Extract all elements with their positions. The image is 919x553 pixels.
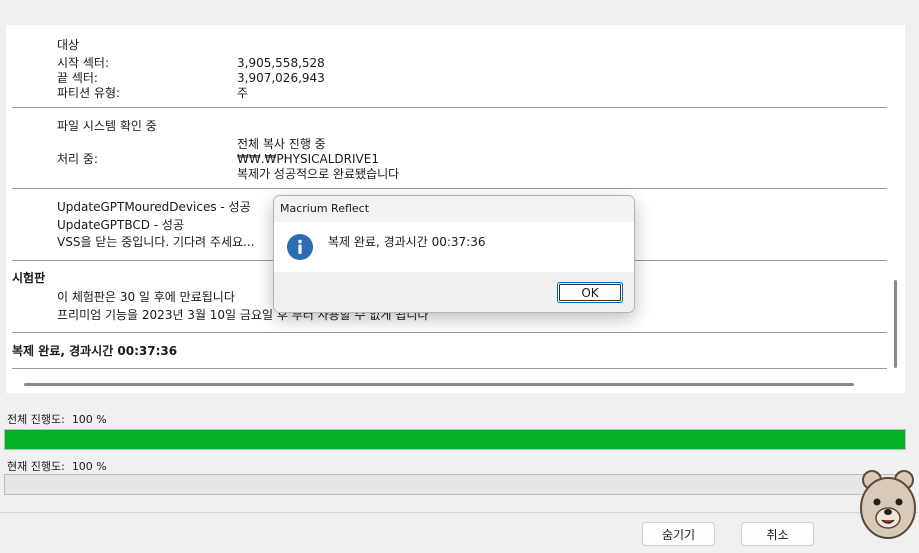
target-heading: 대상 [57,38,80,52]
log-separator [12,332,887,333]
horizontal-scroll-thumb[interactable] [24,383,854,386]
update-line3: VSS을 닫는 중입니다. 기다려 주세요... [57,235,255,249]
vertical-scrollbar[interactable] [889,35,903,385]
current-progress-label: 현재 진행도: 100 % [7,460,107,473]
ok-button[interactable]: OK [557,282,623,303]
overall-progress-value: 100 % [71,413,107,426]
dialog-titlebar[interactable]: Macrium Reflect [274,196,634,222]
dialog-title: Macrium Reflect [280,202,370,215]
fscheck-line1: 전체 복사 진행 중 [237,137,326,151]
update-line2: UpdateGPTBCD - 성공 [57,218,185,232]
log-separator [12,188,887,189]
processing-value: ₩₩.₩PHYSICALDRIVE1 [237,152,379,166]
dialog-footer: OK [274,272,634,312]
info-icon [287,234,313,260]
partition-type-label: 파티션 유형: [57,86,121,100]
partition-type-value: 주 [237,86,249,100]
start-sector-label: 시작 섹터: [57,56,110,70]
overall-progress-fill [5,430,905,449]
horizontal-scrollbar[interactable] [6,377,887,391]
hide-button[interactable]: 숨기기 [642,522,715,546]
processing-label: 처리 중: [57,152,98,166]
dialog-message: 복제 완료, 경과시간 00:37:36 [328,235,486,249]
start-sector-value: 3,905,558,528 [237,56,325,70]
trial-heading: 시험판 [12,271,46,285]
bear-mascot-icon [860,470,916,539]
current-progress-value: 100 % [71,460,107,473]
completion-dialog: Macrium Reflect 복제 완료, 경과시간 00:37:36 OK [273,195,635,313]
overall-progress-bar [4,429,906,450]
trial-line1: 이 체험판은 30 일 후에 만료됩니다 [57,290,235,304]
cancel-button[interactable]: 취소 [741,522,814,546]
app-window: 대상 시작 섹터: 3,905,558,528 끝 섹터: 3,907,026,… [0,0,919,553]
overall-progress-label: 전체 진행도: 100 % [7,413,107,426]
current-progress-bar [4,474,906,495]
vertical-scroll-thumb[interactable] [894,280,897,368]
fscheck-heading: 파일 시스템 확인 중 [57,119,157,133]
end-sector-label: 끝 섹터: [57,71,98,85]
fscheck-line3: 복제가 성공적으로 완료됐습니다 [237,167,400,181]
complete-text: 복제 완료, 경과시간 00:37:36 [12,344,178,358]
footer-separator [0,512,919,513]
dialog-body: 복제 완료, 경과시간 00:37:36 [274,222,634,272]
end-sector-value: 3,907,026,943 [237,71,325,85]
log-separator [12,368,887,369]
update-line1: UpdateGPTMouredDevices - 성공 [57,200,251,214]
log-separator [12,107,887,108]
